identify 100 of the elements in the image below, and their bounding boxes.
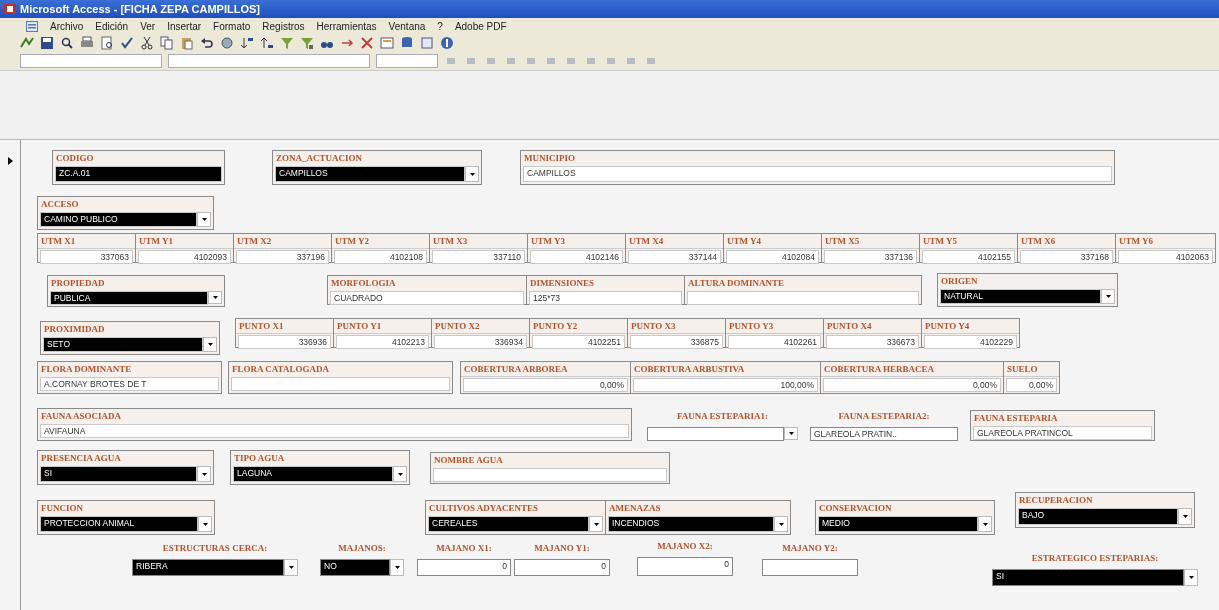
menu-item[interactable]: Registros — [262, 20, 305, 32]
dropdown-button[interactable] — [208, 291, 222, 304]
text-field[interactable]: CUADRADO — [330, 291, 524, 305]
dropdown-button[interactable] — [390, 559, 404, 576]
number-field[interactable]: 336875 — [630, 335, 723, 349]
text-field[interactable]: GLAREOLA PRATIN.. — [810, 427, 958, 441]
sort-descending-icon[interactable] — [260, 36, 274, 50]
combo-box[interactable]: NO — [320, 559, 390, 576]
menu-item[interactable]: Ventana — [388, 20, 426, 32]
number-field[interactable]: 337110 — [432, 250, 525, 264]
dropdown-button[interactable] — [1101, 289, 1115, 304]
dropdown-button[interactable] — [197, 212, 211, 227]
menu-item[interactable]: Adobe PDF — [454, 20, 507, 32]
dropdown-button[interactable] — [203, 337, 217, 352]
dropdown-button[interactable] — [284, 559, 298, 576]
dropdown-button[interactable] — [774, 516, 788, 532]
combo-box[interactable]: BAJO — [1018, 508, 1178, 525]
combo-box[interactable]: RIBERA — [132, 559, 284, 576]
cut-icon[interactable] — [140, 36, 154, 50]
number-field[interactable]: 337144 — [628, 250, 721, 264]
dropdown-button[interactable] — [589, 516, 603, 532]
number-field[interactable] — [762, 559, 858, 576]
dropdown-button[interactable] — [393, 466, 407, 482]
number-field[interactable]: 0,00% — [1006, 378, 1057, 392]
menu-item[interactable]: Herramientas — [316, 20, 377, 32]
text-field[interactable] — [687, 291, 919, 305]
number-field[interactable]: 0 — [637, 557, 733, 576]
combo-box[interactable]: CAMPILLOS — [275, 166, 465, 182]
number-field[interactable]: 336934 — [434, 335, 527, 349]
number-field[interactable]: 4102093 — [138, 250, 231, 264]
text-field[interactable] — [433, 468, 667, 482]
help-icon[interactable] — [440, 36, 454, 50]
menu-item[interactable]: Archivo — [50, 20, 84, 32]
filter-form-icon[interactable] — [300, 36, 314, 50]
number-field[interactable]: 4102251 — [532, 335, 625, 349]
text-field[interactable]: A.CORNAY BROTES DE T — [40, 377, 219, 391]
combo-box[interactable]: PROTECCION ANIMAL — [40, 516, 198, 532]
number-field[interactable]: 337063 — [40, 250, 133, 264]
database-icon[interactable] — [400, 36, 414, 50]
combo-box[interactable]: SI — [40, 466, 197, 482]
combo-box[interactable]: CAMINO PUBLICO — [40, 212, 197, 227]
number-field[interactable]: 100,00% — [633, 378, 818, 392]
number-field[interactable]: 336673 — [826, 335, 919, 349]
combo-box[interactable]: INCENDIOS — [608, 516, 774, 532]
number-field[interactable]: 4102146 — [530, 250, 623, 264]
number-field[interactable]: 4102229 — [924, 335, 1017, 349]
undo-icon[interactable] — [200, 36, 214, 50]
text-field[interactable]: 125*73 — [529, 291, 682, 305]
number-field[interactable]: 0,00% — [823, 378, 1001, 392]
sort-ascending-icon[interactable] — [240, 36, 254, 50]
number-field[interactable]: 337196 — [236, 250, 329, 264]
number-field[interactable]: 4102063 — [1118, 250, 1213, 264]
dropdown-button[interactable] — [784, 427, 798, 440]
combo-box[interactable]: MEDIO — [818, 516, 978, 532]
dropdown-button[interactable] — [1178, 508, 1192, 525]
delete-record-icon[interactable] — [360, 36, 374, 50]
menu-item[interactable]: ? — [437, 20, 443, 32]
preview-icon[interactable] — [100, 36, 114, 50]
paste-icon[interactable] — [180, 36, 194, 50]
combo-box[interactable]: PUBLICA — [50, 291, 208, 305]
number-field[interactable]: 4102108 — [334, 250, 427, 264]
menu-item[interactable]: Edición — [95, 20, 129, 32]
dropdown-button[interactable] — [978, 516, 992, 532]
dropdown-button[interactable] — [198, 516, 212, 532]
save-icon[interactable] — [40, 36, 54, 50]
dropdown-button[interactable] — [465, 166, 479, 182]
number-field[interactable]: 4102155 — [922, 250, 1015, 264]
dropdown-button[interactable] — [197, 466, 211, 482]
text-field[interactable]: AVIFAUNA — [40, 424, 629, 438]
number-field[interactable]: 336936 — [238, 335, 331, 349]
menu-item[interactable]: Insertar — [167, 20, 202, 32]
print-icon[interactable] — [80, 36, 94, 50]
filter-icon[interactable] — [280, 36, 294, 50]
field-label: PROXIMIDAD — [43, 323, 106, 336]
number-field[interactable]: 0 — [417, 559, 511, 576]
combo-box[interactable]: LAGUNA — [233, 466, 393, 482]
number-field[interactable]: 4102084 — [726, 250, 819, 264]
search-icon[interactable] — [60, 36, 74, 50]
number-field[interactable]: 0 — [514, 559, 610, 576]
menu-item[interactable]: Ver — [140, 20, 156, 32]
combo-box[interactable]: SETO — [43, 337, 203, 352]
text-field[interactable]: GLAREOLA PRATINCOL — [973, 426, 1152, 440]
combo-box[interactable]: SI — [992, 569, 1184, 586]
spelling-icon[interactable] — [120, 36, 134, 50]
combo-box[interactable]: CEREALES — [428, 516, 589, 532]
properties-icon[interactable] — [380, 36, 394, 50]
dropdown-button[interactable] — [1184, 569, 1198, 586]
number-field[interactable]: 337168 — [1020, 250, 1113, 264]
copy-icon[interactable] — [160, 36, 174, 50]
text-field[interactable]: CAMPILLOS — [523, 166, 1112, 182]
number-field[interactable]: 4102261 — [728, 335, 821, 349]
menu-item[interactable]: Formato — [213, 20, 251, 32]
number-field[interactable]: 4102213 — [336, 335, 429, 349]
document-icon[interactable] — [26, 20, 38, 32]
number-field[interactable]: 337136 — [824, 250, 917, 264]
combo-box[interactable]: NATURAL — [940, 289, 1101, 304]
text-field[interactable] — [231, 377, 450, 391]
number-field[interactable]: 0,00% — [463, 378, 628, 392]
text-field[interactable]: ZC.A.01 — [55, 166, 222, 182]
field-label: ESTRUCTURAS CERCA: — [161, 542, 269, 555]
